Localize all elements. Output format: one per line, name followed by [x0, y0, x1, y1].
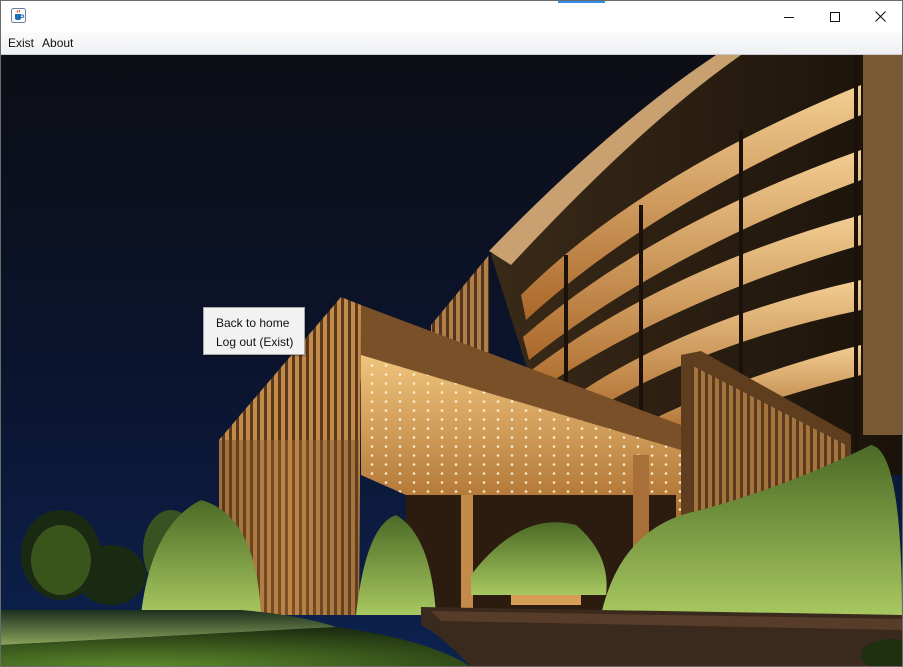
close-icon	[874, 11, 886, 22]
menu-about[interactable]: About	[38, 33, 77, 53]
popup-menu: Back to home Log out (Exist)	[203, 307, 305, 355]
java-coffee-cup-icon[interactable]	[11, 8, 26, 23]
title-bar[interactable]	[1, 1, 902, 32]
popup-item-back-to-home[interactable]: Back to home	[204, 314, 304, 333]
maximize-icon	[830, 11, 840, 22]
background-image-hotel	[1, 55, 902, 666]
menu-exist[interactable]: Exist	[4, 33, 38, 53]
application-window: Exist About Back to home Log out (Exist)	[0, 0, 903, 667]
close-button[interactable]	[857, 1, 902, 32]
maximize-button[interactable]	[812, 1, 858, 32]
popup-item-log-out[interactable]: Log out (Exist)	[204, 333, 304, 352]
title-bar-accent	[558, 1, 605, 3]
menu-bar: Exist About	[1, 32, 902, 55]
minimize-icon	[784, 16, 794, 18]
minimize-button[interactable]	[766, 1, 812, 32]
